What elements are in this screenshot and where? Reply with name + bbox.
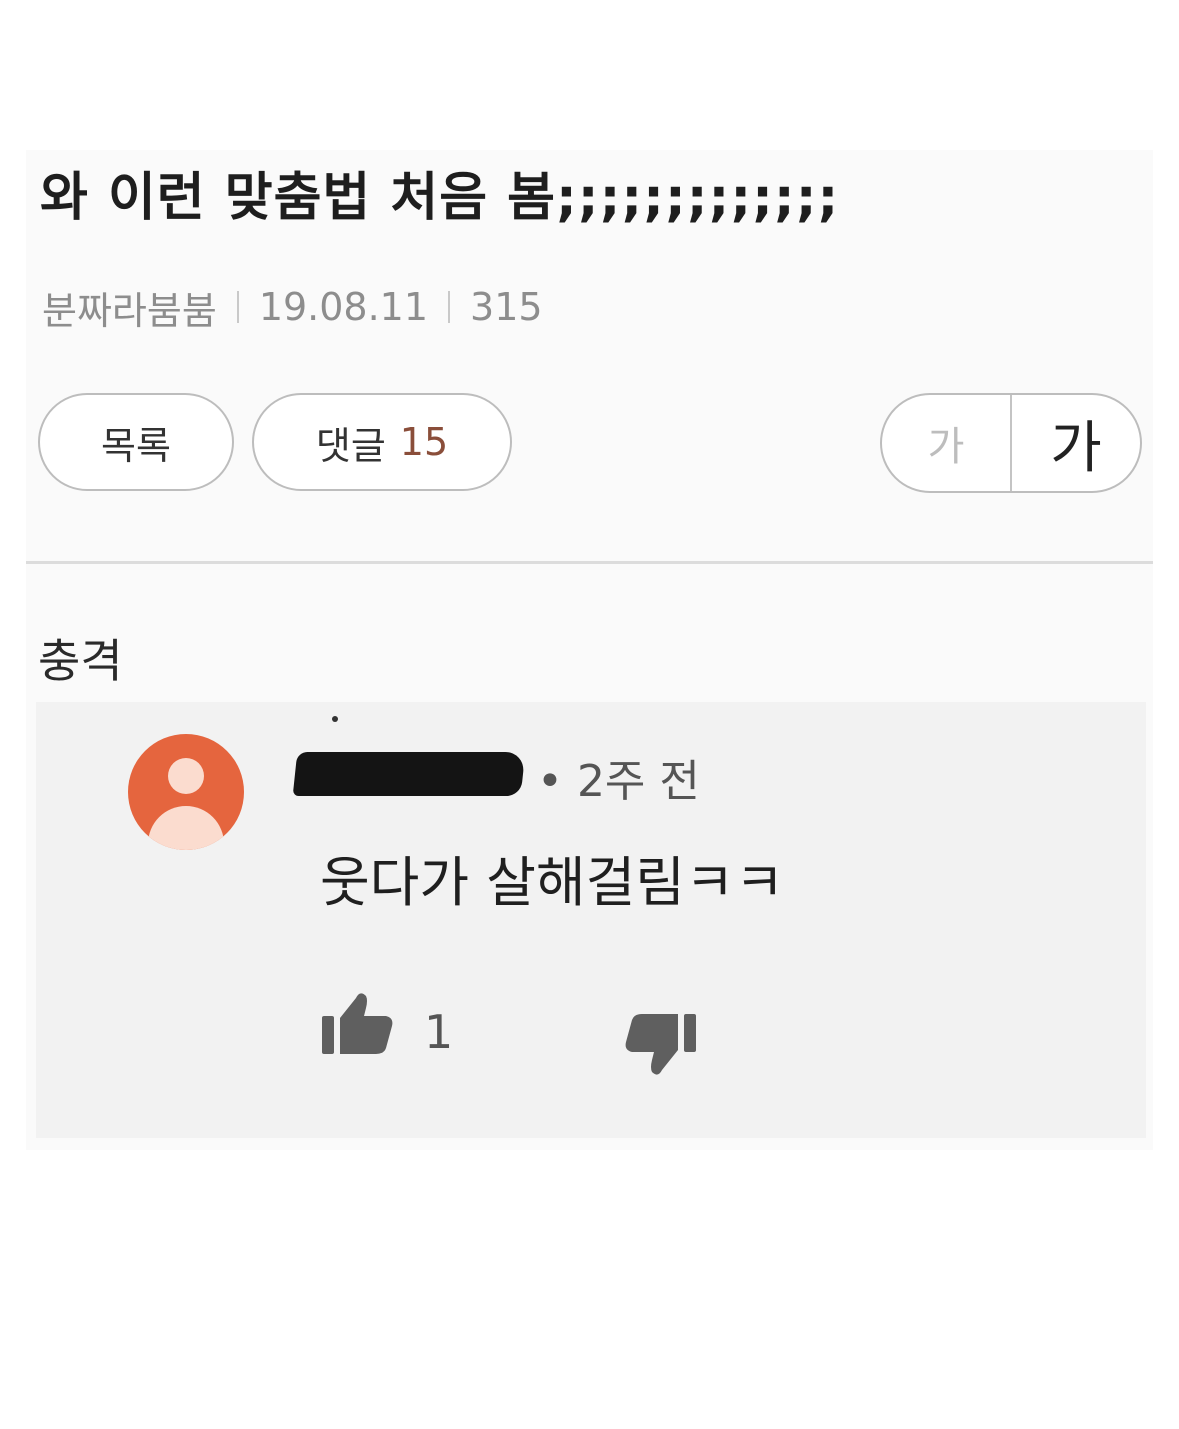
dot-mark [332, 716, 338, 722]
redacted-username [292, 752, 526, 796]
font-small-button[interactable]: 가 [882, 395, 1012, 491]
comment-button[interactable]: 댓글 15 [252, 393, 512, 491]
comment-time: • 2주 전 [537, 756, 700, 807]
post-title: 와 이런 맞춤법 처음 봄;;;;;;;;;;;;; [40, 168, 840, 228]
comment-button-label: 댓글 [315, 423, 386, 468]
divider [26, 561, 1153, 564]
post-views: 315 [470, 285, 543, 329]
comment-count: 15 [399, 420, 449, 464]
thumbs-up-icon[interactable] [320, 990, 394, 1056]
post-body: 충격 [38, 634, 123, 688]
list-button-label: 목록 [101, 423, 171, 468]
like-count: 1 [424, 1005, 454, 1059]
post-meta: 분짜라붐붐 19.08.11 315 [42, 280, 543, 335]
post-date: 19.08.11 [258, 285, 429, 329]
meta-separator [236, 291, 239, 323]
comment-text: 웃다가 살해걸림ㅋㅋ [320, 851, 785, 914]
font-size-toggle: 가 가 [880, 393, 1142, 493]
avatar-head [168, 758, 204, 794]
font-large-button[interactable]: 가 [1012, 395, 1140, 491]
post-author[interactable]: 분짜라붐붐 [42, 280, 217, 335]
list-button[interactable]: 목록 [38, 393, 234, 491]
thumbs-down-icon[interactable] [624, 1012, 698, 1080]
avatar-icon [128, 734, 244, 850]
avatar-shoulders [148, 806, 224, 850]
meta-separator [448, 291, 451, 323]
